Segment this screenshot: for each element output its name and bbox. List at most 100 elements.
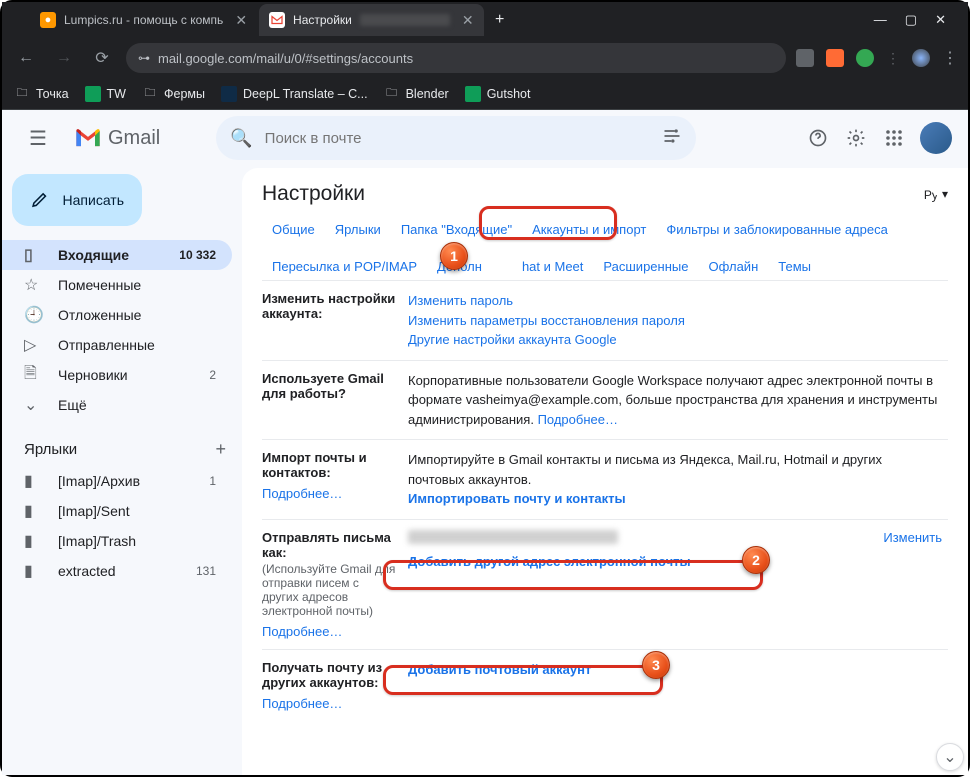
lang-text: Рꭚ — [924, 186, 938, 203]
ext-icon[interactable] — [856, 49, 874, 67]
back-button[interactable]: ← — [12, 44, 40, 72]
menu-icon[interactable]: ⋮ — [942, 48, 958, 68]
tab-general[interactable]: Общие — [262, 216, 325, 243]
section-sendas: Отправлять письма как: (Используйте Gmai… — [262, 519, 948, 649]
label-item[interactable]: ▮[Imap]/Trash — [2, 526, 232, 556]
add-label-icon[interactable]: + — [215, 439, 226, 460]
ext-icon[interactable] — [796, 49, 814, 67]
nav-inbox[interactable]: ▯Входящие10 332 — [2, 240, 232, 270]
section-sub: (Используйте Gmail для отправки писем с … — [262, 562, 398, 618]
star-icon: ☆ — [24, 275, 42, 295]
label-count: 131 — [196, 564, 216, 578]
folder-icon: 🗀 — [14, 86, 30, 102]
tab-labels[interactable]: Ярлыки — [325, 216, 391, 243]
help-icon[interactable] — [806, 126, 830, 150]
bookmark-label: DeepL Translate – С... — [243, 87, 368, 101]
apps-icon[interactable] — [882, 126, 906, 150]
bookmark-item[interactable]: 🗀Blender — [384, 86, 449, 102]
settings-icon[interactable] — [844, 126, 868, 150]
link-edit[interactable]: Изменить — [883, 530, 942, 545]
nav-sent[interactable]: ▷Отправленные — [2, 330, 232, 360]
nav-snoozed[interactable]: 🕘Отложенные — [2, 300, 232, 330]
folder-icon: 🗀 — [142, 86, 158, 102]
nav-label: Помеченные — [58, 277, 141, 293]
nav-more[interactable]: ⌄Ещё — [2, 390, 232, 420]
tab-advanced[interactable]: Расширенные — [593, 253, 698, 280]
search-input[interactable] — [265, 130, 651, 147]
header-right — [806, 122, 952, 154]
label-item[interactable]: ▮[Imap]/Sent — [2, 496, 232, 526]
link-more[interactable]: Подробнее… — [262, 486, 398, 501]
search-box[interactable]: 🔍 — [216, 116, 696, 160]
bookmark-item[interactable]: TW — [85, 86, 126, 102]
tab-offline[interactable]: Офлайн — [698, 253, 768, 280]
chevron-down-icon: ▾ — [942, 187, 948, 201]
section-label-text: Отправлять письма как: — [262, 530, 391, 560]
bookmark-item[interactable]: 🗀Фермы — [142, 86, 205, 102]
tab-themes[interactable]: Темы — [768, 253, 821, 280]
settings-tabs-row1: Общие Ярлыки Папка "Входящие" Аккаунты и… — [262, 216, 948, 243]
nav-label: Входящие — [58, 247, 129, 263]
link-more[interactable]: Подробнее… — [538, 412, 618, 427]
tab-forwarding[interactable]: Пересылка и POP/IMAP — [262, 253, 427, 280]
close-window-icon[interactable]: ✕ — [935, 12, 946, 28]
content-header: Настройки Рꭚ▾ — [262, 182, 948, 206]
ext-icon[interactable] — [826, 49, 844, 67]
link-add-sendas[interactable]: Добавить другой адрес электронной почты — [408, 554, 691, 569]
search-options-icon[interactable] — [662, 126, 682, 151]
link-recovery[interactable]: Изменить параметры восстановления пароля — [408, 313, 685, 328]
nav-label: Черновики — [58, 367, 128, 383]
forward-button[interactable]: → — [50, 44, 78, 72]
link-more[interactable]: Подробнее… — [262, 696, 398, 711]
main-menu-icon[interactable]: ☰ — [18, 118, 58, 158]
reload-button[interactable]: ⟳ — [88, 44, 116, 72]
gmail-logo[interactable]: Gmail — [74, 127, 160, 150]
section-label: Используете Gmail для работы? — [262, 371, 408, 430]
tab-title: Настройки — [293, 13, 352, 27]
avatar[interactable] — [920, 122, 952, 154]
tab-inbox[interactable]: Папка "Входящие" — [391, 216, 522, 243]
label-icon: ▮ — [24, 561, 42, 581]
search-icon[interactable]: 🔍 — [230, 128, 252, 149]
link-other-settings[interactable]: Другие настройки аккаунта Google — [408, 332, 617, 347]
link-import-mail[interactable]: Импортировать почту и контакты — [408, 491, 626, 506]
tab-accounts[interactable]: Аккаунты и импорт — [522, 216, 656, 243]
browser-tab-active[interactable]: Настройки ✕ — [259, 4, 484, 36]
link-change-password[interactable]: Изменить пароль — [408, 293, 513, 308]
profile-icon[interactable] — [912, 49, 930, 67]
nav-starred[interactable]: ☆ Помеченные — [2, 270, 232, 300]
blurred-email — [408, 530, 618, 544]
section-content: Добавить другой адрес электронной почты — [408, 530, 883, 639]
scroll-down-icon[interactable]: ⌄ — [936, 743, 964, 771]
language-selector[interactable]: Рꭚ ▾ — [924, 186, 948, 203]
annotation-marker-2: 2 — [742, 546, 770, 574]
bookmark-item[interactable]: 🗀Точка — [14, 86, 69, 102]
gmail-header: ☰ Gmail 🔍 — [2, 110, 968, 166]
label-item[interactable]: ▮[Imap]/Архив1 — [2, 466, 232, 496]
maximize-icon[interactable]: ▢ — [905, 12, 917, 28]
minimize-icon[interactable]: ― — [874, 12, 887, 28]
bookmark-item[interactable]: DeepL Translate – С... — [221, 86, 368, 102]
new-tab-button[interactable]: + — [486, 6, 514, 34]
link-more[interactable]: Подробнее… — [262, 624, 398, 639]
tab-filters[interactable]: Фильтры и заблокированные адреса — [656, 216, 897, 243]
section-account: Изменить настройки аккаунта: Изменить па… — [262, 280, 948, 360]
label-count: 1 — [209, 474, 216, 488]
link-add-account[interactable]: Добавить почтовый аккаунт — [408, 662, 591, 677]
annotation-marker-1: 1 — [440, 242, 468, 270]
url-field[interactable]: ⊶ mail.google.com/mail/u/0/#settings/acc… — [126, 43, 786, 73]
close-icon[interactable]: ✕ — [462, 12, 474, 29]
bookmark-label: TW — [107, 87, 126, 101]
label-item[interactable]: ▮extracted131 — [2, 556, 232, 586]
chevron-down-icon: ⌄ — [24, 395, 42, 415]
section-label: Отправлять письма как: (Используйте Gmai… — [262, 530, 408, 639]
tab-chat[interactable]: hat и Meet — [512, 253, 593, 280]
site-info-icon[interactable]: ⊶ — [138, 51, 150, 65]
browser-tab[interactable]: ● Lumpics.ru - помощь с компь ✕ — [30, 4, 257, 36]
close-icon[interactable]: ✕ — [235, 12, 247, 29]
compose-button[interactable]: Написать — [12, 174, 142, 226]
bookmark-item[interactable]: Gutshot — [465, 86, 531, 102]
sheet-icon — [85, 86, 101, 102]
nav-drafts[interactable]: 🗎Черновики2 — [2, 360, 232, 390]
bookmark-label: Gutshot — [487, 87, 531, 101]
